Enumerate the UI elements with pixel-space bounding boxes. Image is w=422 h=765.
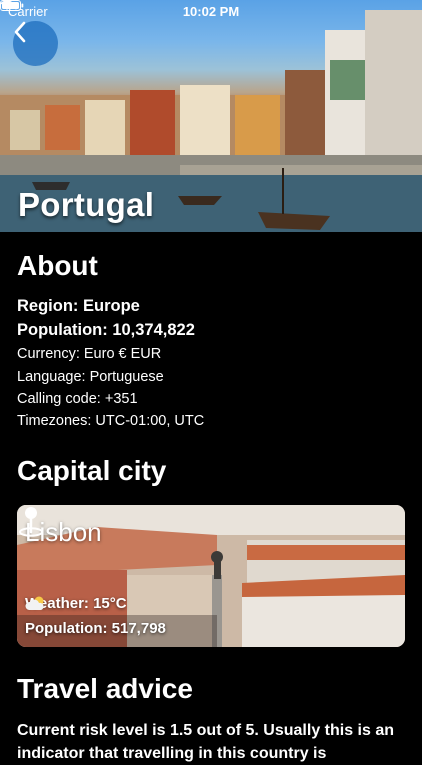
capital-heading: Capital city bbox=[17, 455, 167, 486]
timezones-text: Timezones: UTC-01:00, UTC bbox=[17, 413, 205, 429]
region-text: Region: Europe bbox=[17, 297, 140, 315]
capital-weather: Weather: 15°C bbox=[25, 595, 127, 612]
battery-icon bbox=[0, 0, 24, 11]
status-bar: Carrier 10:02 PM bbox=[0, 0, 422, 22]
travel-advice-text: Current risk level is 1.5 out of 5. Usua… bbox=[17, 722, 395, 762]
currency-text: Currency: Euro € EUR bbox=[17, 346, 162, 362]
capital-city-card[interactable]: Lisbon Weather: 15°C Population: 517,798 bbox=[17, 505, 405, 647]
travel-advice-heading: Travel advice bbox=[17, 673, 193, 704]
population-text: Population: 10,374,822 bbox=[17, 321, 195, 339]
capital-population: Population: 517,798 bbox=[25, 620, 166, 637]
calling-code-text: Calling code: +351 bbox=[17, 391, 138, 407]
chevron-left-icon bbox=[14, 21, 26, 43]
map-pin-icon[interactable] bbox=[17, 505, 45, 537]
language-text: Language: Portuguese bbox=[17, 369, 164, 385]
country-hero-image: Carrier 10:02 PM Portugal bbox=[0, 0, 422, 232]
clock-time: 10:02 PM bbox=[182, 4, 240, 19]
country-title: Portugal bbox=[18, 186, 155, 223]
back-button[interactable] bbox=[13, 21, 58, 66]
cloud-sun-icon bbox=[25, 596, 44, 610]
about-heading: About bbox=[17, 250, 98, 281]
